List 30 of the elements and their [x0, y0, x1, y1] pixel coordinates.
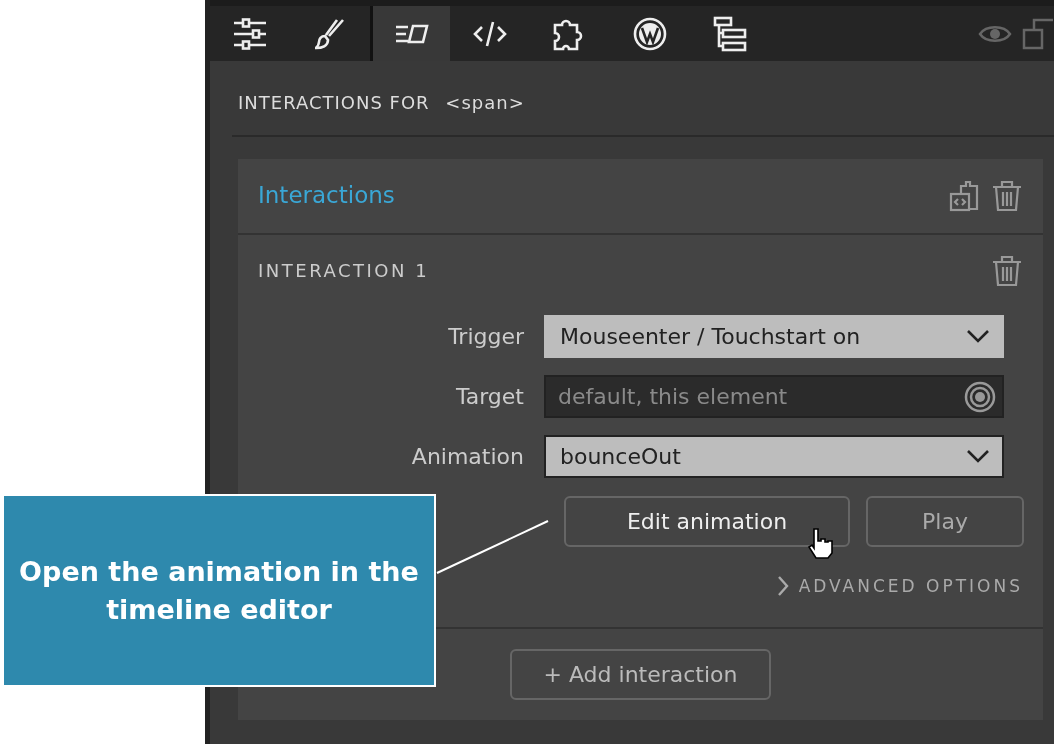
- hand-cursor-icon: [806, 527, 836, 559]
- chevron-down-icon: [966, 449, 990, 463]
- tree-icon: [713, 15, 747, 52]
- toolbar-tab[interactable]: [370, 6, 450, 62]
- advanced-options-link[interactable]: ADVANCED OPTIONS: [798, 573, 1023, 599]
- code-icon: [473, 19, 507, 48]
- wordpress-icon: [633, 16, 667, 51]
- element-tag: <span>: [445, 92, 525, 114]
- target-icon[interactable]: [964, 380, 996, 413]
- chevron-right-icon[interactable]: [776, 575, 789, 598]
- interactions-icon: [394, 23, 429, 44]
- target-field[interactable]: default, this element: [544, 374, 1004, 418]
- select-field[interactable]: bounceOut: [544, 434, 1004, 478]
- edit-animation-button[interactable]: Edit animation: [564, 495, 850, 547]
- copy-icon[interactable]: [1022, 17, 1054, 50]
- trash-icon[interactable]: [991, 254, 1023, 287]
- field-label: Trigger: [447, 322, 525, 351]
- select-field[interactable]: Mouseenter / Touchstart on: [544, 314, 1004, 358]
- chevron-down-icon: [966, 329, 990, 343]
- field-label: Animation: [410, 442, 525, 471]
- trash-icon[interactable]: [991, 179, 1023, 212]
- interaction-title: INTERACTION 1: [258, 259, 430, 283]
- panel-title: INTERACTIONS FOR: [238, 92, 430, 114]
- card-title: Interactions: [258, 181, 395, 211]
- field-label: Target: [454, 382, 525, 411]
- callout-text: Open the animation in the timeline editor: [18, 554, 420, 627]
- play-button[interactable]: Play: [866, 495, 1024, 547]
- add-interaction-button[interactable]: + Add interaction: [510, 649, 771, 700]
- sliders-icon: [233, 17, 267, 50]
- brush-icon: [315, 17, 345, 50]
